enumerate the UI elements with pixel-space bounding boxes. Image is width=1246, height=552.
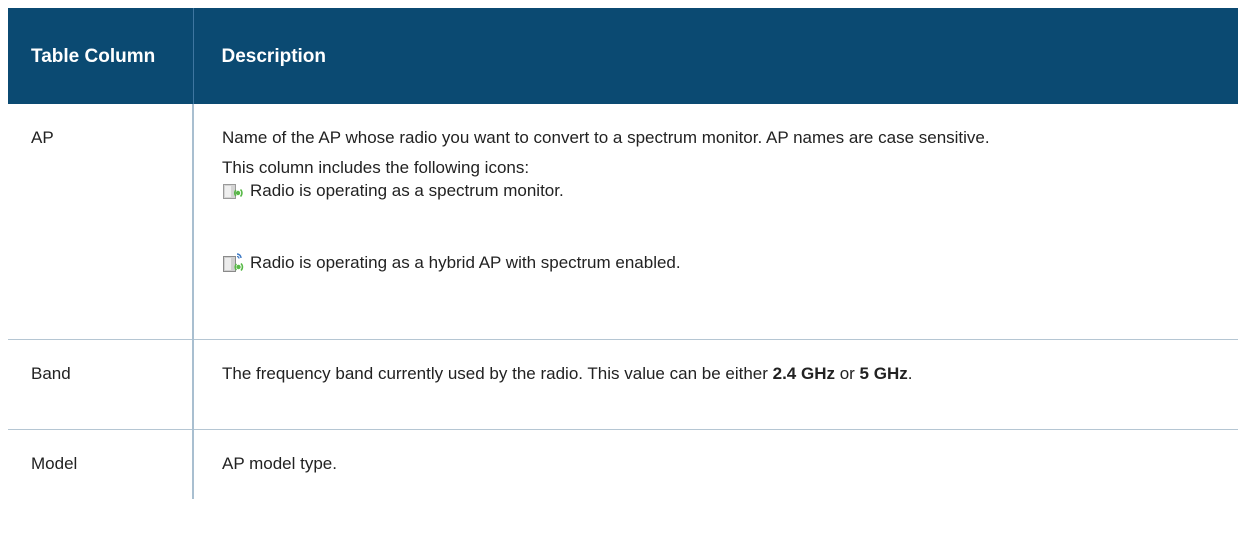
row-label: Model (8, 429, 194, 499)
description-text-part: The frequency band currently used by the… (222, 363, 773, 383)
description-text: The frequency band currently used by the… (222, 363, 1210, 385)
spectrum-monitor-icon (222, 179, 244, 203)
header-description: Description (193, 8, 1238, 104)
table-row: Band The frequency band currently used b… (8, 339, 1238, 429)
hybrid-ap-spectrum-icon (222, 251, 244, 275)
table-row: AP Name of the AP whose radio you want t… (8, 104, 1238, 339)
icon-legend-text: Radio is operating as a spectrum monitor… (250, 181, 564, 200)
header-table-column: Table Column (8, 8, 194, 104)
row-description: AP model type. (193, 429, 1238, 499)
table-row: Model AP model type. (8, 429, 1238, 499)
description-text: AP model type. (222, 453, 337, 473)
description-table: Table Column Description AP Name of the … (8, 8, 1238, 499)
description-text: Name of the AP whose radio you want to c… (222, 128, 990, 147)
icon-legend-item: Radio is operating as a spectrum monitor… (222, 179, 1210, 203)
table-header-row: Table Column Description (8, 8, 1238, 104)
description-text-part: . (907, 363, 913, 383)
row-label: Band (8, 339, 194, 429)
row-description: Name of the AP whose radio you want to c… (193, 104, 1238, 339)
icon-legend-item: Radio is operating as a hybrid AP with s… (222, 251, 1210, 275)
description-text-part: or (834, 363, 860, 383)
row-description: The frequency band currently used by the… (193, 339, 1238, 429)
band-value-24: 2.4 GHz (772, 363, 835, 383)
band-value-5: 5 GHz (859, 363, 908, 383)
icon-legend-text: Radio is operating as a hybrid AP with s… (250, 253, 681, 272)
row-label: AP (8, 104, 194, 339)
description-text: This column includes the following icons… (222, 158, 530, 177)
